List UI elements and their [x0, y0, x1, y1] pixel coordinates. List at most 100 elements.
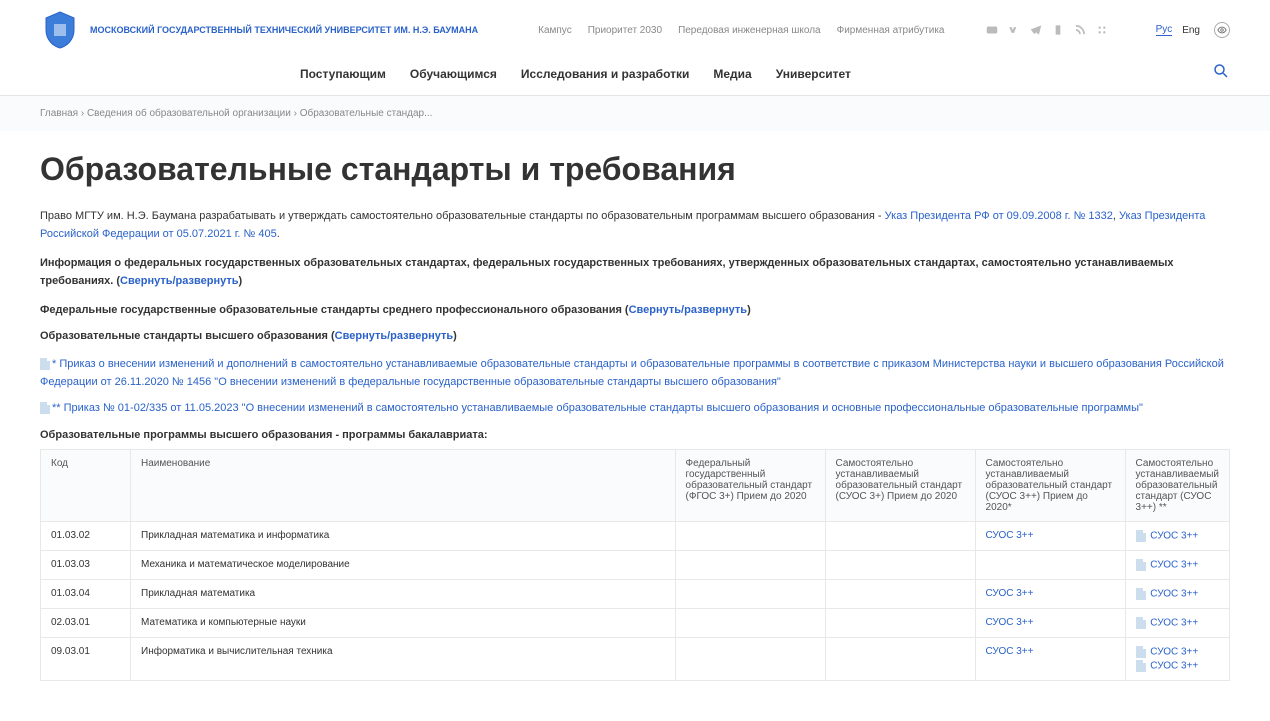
top-nav-campus[interactable]: Кампус: [538, 25, 572, 36]
rss-icon[interactable]: [1073, 23, 1087, 37]
university-logo-icon: [40, 10, 80, 50]
dots-icon[interactable]: [1095, 23, 1109, 37]
document-icon: [1136, 617, 1146, 629]
lang-ru[interactable]: Рус: [1156, 24, 1173, 36]
top-nav-brand[interactable]: Фирменная атрибутика: [837, 25, 945, 36]
nav-university[interactable]: Университет: [776, 67, 851, 81]
search-icon: [1212, 62, 1230, 80]
toggle-link-2[interactable]: Свернуть/развернуть: [629, 304, 747, 316]
intro-paragraph: Право МГТУ им. Н.Э. Баумана разрабатыват…: [40, 208, 1230, 243]
standard-link[interactable]: СУОС 3++: [986, 646, 1034, 657]
nav-research[interactable]: Исследования и разработки: [521, 67, 689, 81]
cell-fgos: [675, 580, 825, 609]
nav-media[interactable]: Медиа: [713, 67, 751, 81]
breadcrumbs: Главная › Сведения об образовательной ор…: [0, 96, 1270, 131]
cell-code: 02.03.01: [41, 609, 131, 638]
lang-en[interactable]: Eng: [1182, 25, 1200, 36]
standard-link[interactable]: СУОС 3++: [1148, 531, 1199, 542]
cell-suos3pp2: СУОС 3++ СУОС 3++: [1125, 638, 1229, 681]
telegram-icon[interactable]: [1029, 23, 1043, 37]
cell-suos3pp: СУОС 3++: [975, 609, 1125, 638]
table-row: 01.03.04Прикладная математика СУОС 3++ СУ…: [41, 580, 1230, 609]
table-row: 01.03.03Механика и математическое модели…: [41, 551, 1230, 580]
section-fgos-spo: Федеральные государственные образователь…: [40, 304, 1230, 316]
standard-link[interactable]: СУОС 3++: [1148, 661, 1199, 672]
accessibility-icon[interactable]: [1214, 22, 1230, 38]
cell-code: 01.03.02: [41, 522, 131, 551]
top-nav-priority[interactable]: Приоритет 2030: [588, 25, 662, 36]
document-icon: [1136, 588, 1146, 600]
cell-suos3pp2: СУОС 3++: [1125, 609, 1229, 638]
cell-name: Прикладная математика и информатика: [131, 522, 676, 551]
cell-code: 09.03.01: [41, 638, 131, 681]
table-row: 02.03.01Математика и компьютерные науки С…: [41, 609, 1230, 638]
page-title: Образовательные стандарты и требования: [40, 151, 1230, 188]
standard-link[interactable]: СУОС 3++: [1148, 560, 1199, 571]
th-suos3pp2: Самостоятельно устанавливаемый образоват…: [1125, 450, 1229, 522]
document-icon: [1136, 660, 1146, 672]
search-button[interactable]: [1212, 62, 1230, 85]
cell-name: Информатика и вычислительная техника: [131, 638, 676, 681]
document-icon: [1136, 559, 1146, 571]
cell-suos3pp: [975, 551, 1125, 580]
cell-suos3pp2: СУОС 3++: [1125, 551, 1229, 580]
cell-name: Математика и компьютерные науки: [131, 609, 676, 638]
language-switcher: Рус Eng: [1156, 22, 1230, 38]
cell-suos3: [825, 638, 975, 681]
section-higher-ed: Образовательные стандарты высшего образо…: [40, 330, 1230, 342]
standard-link[interactable]: СУОС 3++: [1148, 618, 1199, 629]
main-content: Образовательные стандарты и требования П…: [0, 131, 1270, 721]
nav-applicants[interactable]: Поступающим: [300, 67, 386, 81]
cell-suos3: [825, 609, 975, 638]
main-nav: Поступающим Обучающимся Исследования и р…: [300, 67, 851, 81]
table-row: 01.03.02Прикладная математика и информат…: [41, 522, 1230, 551]
cell-fgos: [675, 522, 825, 551]
logo-block[interactable]: МОСКОВСКИЙ ГОСУДАРСТВЕННЫЙ ТЕХНИЧЕСКИЙ У…: [40, 10, 478, 50]
vk-icon[interactable]: [1007, 23, 1021, 37]
toggle-link-3[interactable]: Свернуть/развернуть: [335, 330, 453, 342]
document-icon: [40, 402, 50, 414]
standard-link[interactable]: СУОС 3++: [986, 530, 1034, 541]
document-icon: [1136, 530, 1146, 542]
standard-link[interactable]: СУОС 3++: [986, 617, 1034, 628]
cell-suos3pp: СУОС 3++: [975, 580, 1125, 609]
cell-suos3pp: СУОС 3++: [975, 522, 1125, 551]
standard-link[interactable]: СУОС 3++: [1148, 647, 1199, 658]
cell-name: Механика и математическое моделирование: [131, 551, 676, 580]
toggle-link-1[interactable]: Свернуть/развернуть: [120, 275, 238, 287]
cell-fgos: [675, 609, 825, 638]
standards-table: Код Наименование Федеральный государстве…: [40, 449, 1230, 681]
cell-code: 01.03.04: [41, 580, 131, 609]
order-link-2[interactable]: Приказ № 01-02/335 от 11.05.2023 "О внес…: [64, 402, 1143, 414]
top-nav: Кампус Приоритет 2030 Передовая инженерн…: [538, 25, 944, 36]
th-suos3pp: Самостоятельно устанавливаемый образоват…: [975, 450, 1125, 522]
cell-code: 01.03.03: [41, 551, 131, 580]
breadcrumb-current: Образовательные стандар...: [300, 108, 433, 119]
cell-suos3pp: СУОС 3++: [975, 638, 1125, 681]
table-row: 09.03.01Информатика и вычислительная тех…: [41, 638, 1230, 681]
youtube-icon[interactable]: [985, 23, 999, 37]
top-nav-school[interactable]: Передовая инженерная школа: [678, 25, 821, 36]
university-name: МОСКОВСКИЙ ГОСУДАРСТВЕННЫЙ ТЕХНИЧЕСКИЙ У…: [90, 25, 478, 36]
cell-suos3: [825, 580, 975, 609]
order-link-1[interactable]: Приказ о внесении изменений и дополнений…: [40, 358, 1224, 388]
cell-name: Прикладная математика: [131, 580, 676, 609]
cell-suos3pp2: СУОС 3++: [1125, 522, 1229, 551]
document-icon: [1136, 646, 1146, 658]
social-icons: [985, 23, 1109, 37]
facebook-icon[interactable]: [1051, 23, 1065, 37]
breadcrumb-info[interactable]: Сведения об образовательной организации: [87, 108, 291, 119]
info-paragraph: Информация о федеральных государственных…: [40, 255, 1230, 290]
th-suos3: Самостоятельно устанавливаемый образоват…: [825, 450, 975, 522]
standard-link[interactable]: СУОС 3++: [1148, 589, 1199, 600]
cell-suos3: [825, 522, 975, 551]
decree-link-1[interactable]: Указ Президента РФ от 09.09.2008 г. № 13…: [885, 210, 1113, 222]
nav-students[interactable]: Обучающимся: [410, 67, 497, 81]
standard-link[interactable]: СУОС 3++: [986, 588, 1034, 599]
th-code: Код: [41, 450, 131, 522]
breadcrumb-home[interactable]: Главная: [40, 108, 78, 119]
cell-fgos: [675, 551, 825, 580]
site-header: МОСКОВСКИЙ ГОСУДАРСТВЕННЫЙ ТЕХНИЧЕСКИЙ У…: [0, 0, 1270, 96]
document-icon: [40, 358, 50, 370]
order-note-2: ** Приказ № 01-02/335 от 11.05.2023 "О в…: [40, 400, 1230, 418]
